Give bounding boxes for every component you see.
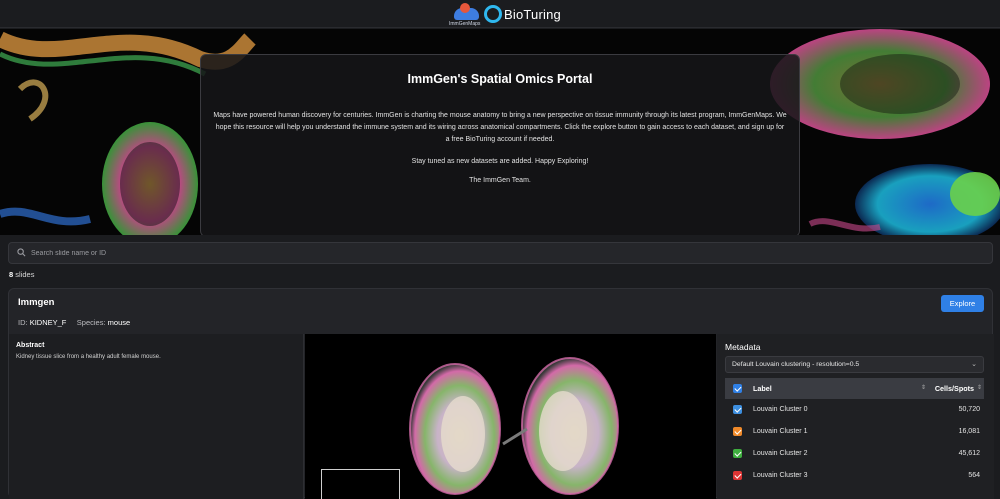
top-bar: ImmGenMaps BioTuring xyxy=(0,0,1000,28)
sort-count-icon[interactable]: ⇕ xyxy=(977,384,982,391)
hero-banner: ImmGen's Spatial Omics Portal Maps have … xyxy=(0,29,1000,235)
metadata-header: Metadata xyxy=(725,342,761,352)
row-label: Louvain Cluster 2 xyxy=(753,450,808,457)
hero-stay-tuned: Stay tuned as new datasets are added. Ha… xyxy=(411,158,589,165)
row-count: 16,081 xyxy=(958,428,980,435)
dataset-meta: ID: KIDNEY_F Species: mouse xyxy=(18,318,130,327)
dataset-title: Immgen xyxy=(18,297,55,308)
row-checkbox[interactable] xyxy=(733,405,742,414)
row-count: 564 xyxy=(968,472,980,479)
slides-count: 8 slides xyxy=(9,270,34,279)
slide-viewer[interactable] xyxy=(305,334,716,499)
sort-label-icon[interactable]: ⇕ xyxy=(921,384,926,391)
id-value: KIDNEY_F xyxy=(29,318,67,327)
metadata-panel: Metadata Default Louvain clustering - re… xyxy=(717,334,994,499)
search-bar xyxy=(8,242,993,264)
dataset-card: Immgen ID: KIDNEY_F Species: mouse Explo… xyxy=(8,288,994,499)
row-checkbox[interactable] xyxy=(733,427,742,436)
table-row[interactable]: Louvain Cluster 3 564 xyxy=(725,465,984,487)
column-label-header[interactable]: Label xyxy=(753,384,772,393)
hero-title: ImmGen's Spatial Omics Portal xyxy=(407,72,593,86)
abstract-header: Abstract xyxy=(16,342,45,349)
select-all-checkbox[interactable] xyxy=(733,384,742,393)
hero-signature: The ImmGen Team. xyxy=(469,177,531,184)
row-checkbox[interactable] xyxy=(733,471,742,480)
column-count-header[interactable]: Cells/Spots xyxy=(935,384,974,393)
row-label: Louvain Cluster 3 xyxy=(753,472,808,479)
id-label: ID: xyxy=(18,318,28,327)
row-checkbox[interactable] xyxy=(733,449,742,458)
clustering-select-value: Default Louvain clustering - resolution=… xyxy=(732,361,860,368)
immgen-maps-logo[interactable]: ImmGenMaps xyxy=(449,1,483,28)
hero-info-card: ImmGen's Spatial Omics Portal Maps have … xyxy=(200,54,800,235)
row-label: Louvain Cluster 0 xyxy=(753,406,808,413)
hero-description: Maps have powered human discovery for ce… xyxy=(213,112,787,143)
search-icon xyxy=(17,248,26,257)
slides-count-label: slides xyxy=(15,270,35,279)
table-row[interactable]: Louvain Cluster 0 50,720 xyxy=(725,399,984,421)
cluster-table-header: Label ⇕ Cells/Spots ⇕ xyxy=(725,378,984,399)
bioturing-logo[interactable]: BioTuring xyxy=(484,4,561,26)
species-value: mouse xyxy=(107,318,131,327)
abstract-text: Kidney tissue slice from a healthy adult… xyxy=(16,354,161,360)
row-count: 45,612 xyxy=(958,450,980,457)
slides-count-number: 8 xyxy=(9,270,14,279)
table-row[interactable]: Louvain Cluster 1 16,081 xyxy=(725,421,984,443)
clustering-select[interactable]: Default Louvain clustering - resolution=… xyxy=(725,356,984,373)
species-label: Species: xyxy=(76,318,106,327)
immgen-logo-caption: ImmGenMaps xyxy=(449,21,481,27)
search-input[interactable] xyxy=(31,245,931,261)
row-label: Louvain Cluster 1 xyxy=(753,428,808,435)
chevron-down-icon: ⌄ xyxy=(971,361,977,368)
bioturing-logo-text: BioTuring xyxy=(504,7,561,22)
row-count: 50,720 xyxy=(958,406,980,413)
explore-button[interactable]: Explore xyxy=(941,295,984,312)
table-row[interactable]: Louvain Cluster 2 45,612 xyxy=(725,443,984,465)
abstract-panel: Abstract Kidney tissue slice from a heal… xyxy=(9,334,304,499)
cluster-table: Label ⇕ Cells/Spots ⇕ Louvain Cluster 0 … xyxy=(725,378,984,487)
